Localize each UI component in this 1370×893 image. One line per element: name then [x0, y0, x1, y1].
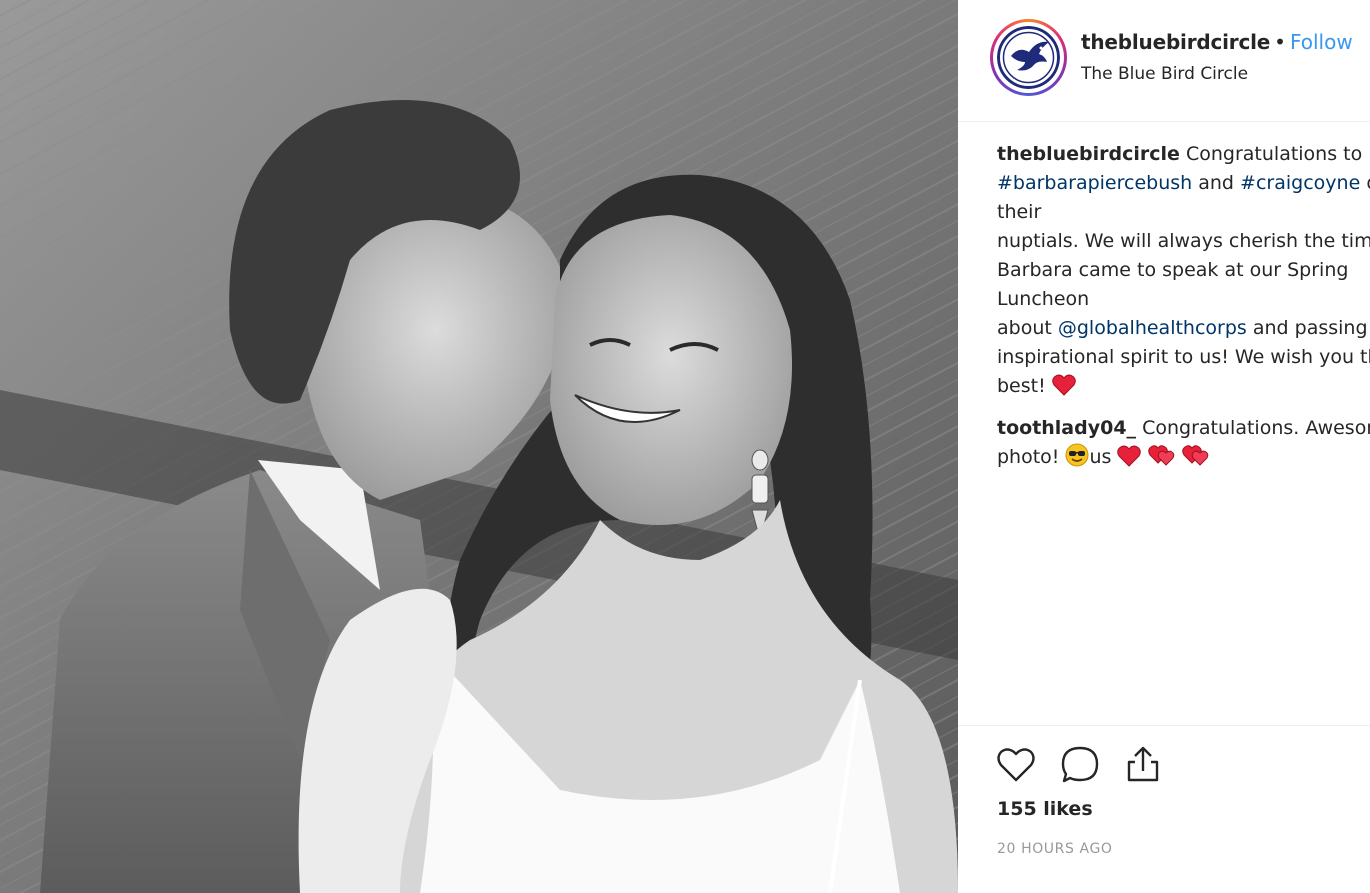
heart-outline-icon — [997, 748, 1035, 782]
caption-text: Congratulations to — [1185, 143, 1363, 165]
comments-list: thebluebirdcircle Congratulations to #ba… — [997, 140, 1370, 485]
bluebird-logo-icon — [997, 26, 1060, 89]
comment-button[interactable] — [1058, 743, 1102, 787]
comment-text: Congratulations. Awesome — [1142, 417, 1370, 439]
caption-text: nuptials. We will always cherish the tim… — [997, 230, 1370, 252]
caption-text: and passing her — [1252, 317, 1370, 339]
red-heart-icon — [1117, 445, 1142, 476]
separator-dot: • — [1274, 30, 1286, 54]
comment-username[interactable]: toothlady04_ — [997, 417, 1136, 439]
comment: toothlady04_ Congratulations. Awesome ph… — [997, 414, 1370, 476]
comment-text: photo! — [997, 446, 1060, 468]
story-ring[interactable] — [990, 19, 1067, 96]
comment-icon — [1061, 746, 1099, 783]
caption-text: and — [1198, 172, 1234, 194]
post-side-panel: thebluebirdcircle • Follow The Blue Bird C… — [958, 0, 1370, 893]
mention-link[interactable]: @globalhealthcorps — [1058, 317, 1247, 339]
red-heart-icon — [1052, 374, 1076, 405]
post-timestamp[interactable]: 20 HOURS AGO — [997, 841, 1113, 857]
post-username[interactable]: thebluebirdcircle — [1081, 30, 1270, 54]
like-button[interactable] — [994, 743, 1038, 787]
caption-text: inspirational spirit to us! We wish you … — [997, 346, 1370, 368]
caption-text: best! — [997, 375, 1046, 397]
caption-text: about — [997, 317, 1052, 339]
follow-button[interactable]: Follow — [1290, 30, 1353, 54]
hashtag-link[interactable]: #craigcoyne — [1240, 172, 1360, 194]
sunglasses-face-icon — [1065, 443, 1089, 476]
two-hearts-icon — [1181, 443, 1210, 476]
caption-username[interactable]: thebluebirdcircle — [997, 143, 1180, 165]
two-hearts-icon — [1147, 443, 1176, 476]
post-header: thebluebirdcircle • Follow The Blue Bird C… — [958, 0, 1370, 122]
comment-text: us — [1089, 446, 1112, 468]
share-icon — [1127, 746, 1159, 782]
caption: thebluebirdcircle Congratulations to #ba… — [997, 140, 1370, 405]
likes-count[interactable]: 155 likes — [997, 798, 1093, 820]
caption-text: Barbara came to speak at our Spring Lunc… — [997, 259, 1349, 310]
share-button[interactable] — [1121, 743, 1165, 787]
hashtag-link[interactable]: #barbarapiercebush — [997, 172, 1192, 194]
post-actions: 155 likes 20 HOURS AGO — [958, 725, 1370, 893]
post-photo[interactable] — [0, 0, 958, 893]
post-header-text: thebluebirdcircle • Follow — [1081, 30, 1370, 54]
post-location[interactable]: The Blue Bird Circle — [1081, 64, 1248, 84]
wedding-photo — [0, 0, 958, 893]
avatar[interactable] — [997, 26, 1060, 89]
